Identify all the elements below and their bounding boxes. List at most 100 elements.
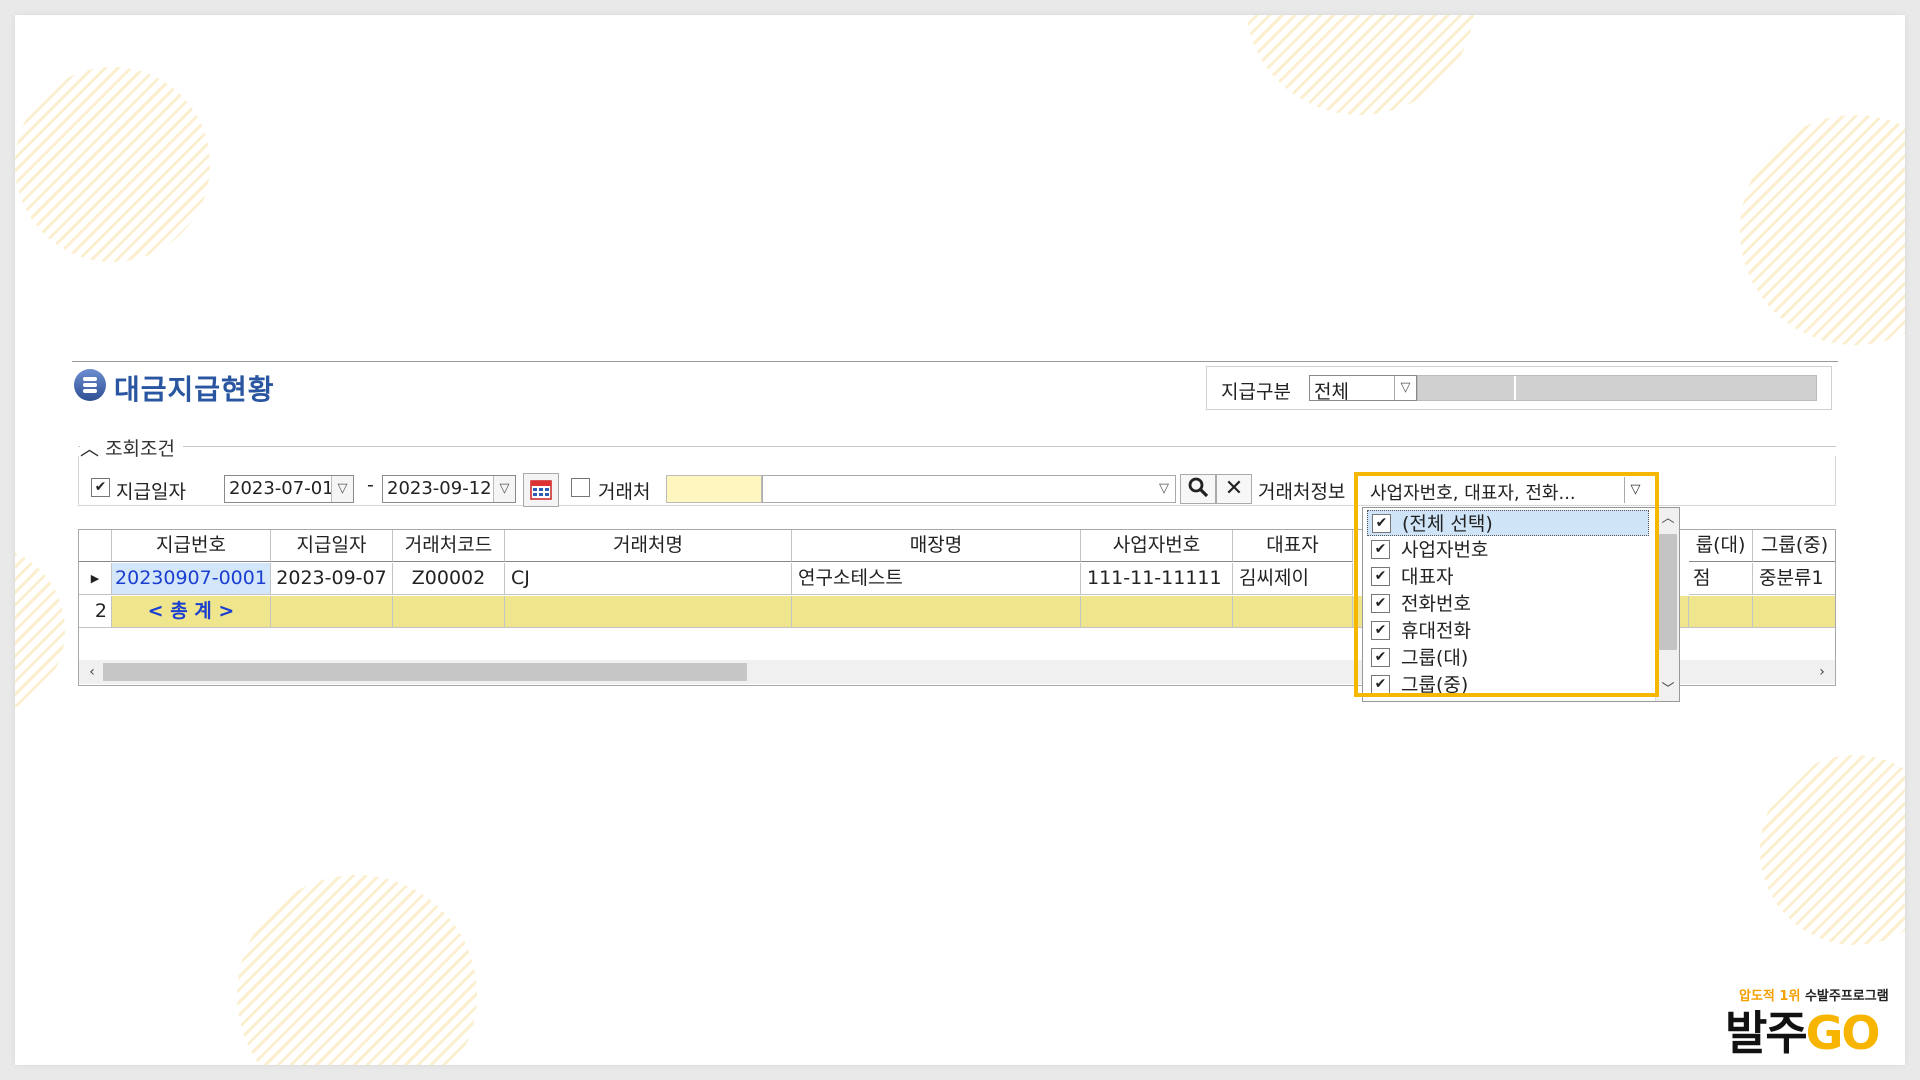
dropdown-item[interactable]: ✔ 그룹(대) [1367,645,1649,671]
kind-filter-label: 지급구분 [1221,381,1291,403]
calendar-icon [530,480,552,500]
chevron-down-icon[interactable]: ▽ [1394,376,1416,400]
date-checkbox[interactable]: ✔ [91,478,110,497]
client-info-dropdown: ✔ (전체 선택) ✔ 사업자번호 ✔ 대표자 ✔ 전화번호 ✔ 휴대전화 ✔ … [1362,507,1680,702]
row-indicator[interactable]: ▶ [79,563,112,595]
page-title: 대금지급현황 [114,373,275,406]
brand-name-ko: 발주 [1725,1006,1808,1060]
search-button[interactable] [1180,474,1216,504]
business-number-cell[interactable]: 111-11-11111 [1081,563,1233,595]
check-icon[interactable]: ✔ [1371,621,1390,640]
check-icon[interactable]: ✔ [1371,648,1390,667]
total-cell [1081,596,1233,628]
scroll-up-icon[interactable]: ︿ [1656,508,1680,530]
client-name-combo[interactable]: ▽ [762,475,1176,503]
row-indicator-header [79,530,112,562]
total-cell [505,596,792,628]
chevron-down-icon[interactable]: ▽ [1624,477,1646,503]
dropdown-item-select-all[interactable]: ✔ (전체 선택) [1367,510,1649,536]
dropdown-item-label: 휴대전화 [1401,620,1471,642]
date-to-input[interactable]: 2023-09-12 ▽ [382,475,516,503]
dropdown-item[interactable]: ✔ 휴대전화 [1367,618,1649,644]
dropdown-item-label: 그룹(중) [1401,674,1469,696]
calendar-button[interactable] [523,473,559,507]
column-header[interactable]: 그룹(중) [1753,530,1835,562]
dropdown-item[interactable]: ✔ 전화번호 [1367,591,1649,617]
dropdown-item-label: 사업자번호 [1401,539,1489,561]
close-icon: ✕ [1224,476,1244,501]
payment-date-cell[interactable]: 2023-09-07 [271,563,393,595]
decor-circle [15,67,210,262]
client-info-value: 사업자번호, 대표자, 전화... [1370,483,1576,503]
date-to-value: 2023-09-12 [387,478,492,499]
brand-logo: 압도적 1위 수발주프로그램 발주GO [1725,975,1895,1060]
group-large-cell[interactable]: 점 [1689,563,1753,595]
decor-circle [15,545,65,715]
dropdown-item-label: 전화번호 [1401,593,1471,615]
dropdown-item[interactable]: ✔ 대표자 [1367,564,1649,590]
decor-circle [237,875,477,1065]
representative-cell[interactable]: 김씨제이 [1233,563,1353,595]
client-label: 거래처 [598,481,651,503]
check-icon[interactable]: ✔ [1371,594,1390,613]
kind-filter-box: 지급구분 전체 ▽ [1206,366,1832,410]
check-icon[interactable]: ✔ [1371,567,1390,586]
client-name-cell[interactable]: CJ [505,563,792,595]
dropdown-item-label: 그룹(대) [1401,647,1469,669]
brand-name-en: GO [1805,1006,1881,1060]
total-cell [271,596,393,628]
clear-button[interactable]: ✕ [1216,474,1252,504]
column-header[interactable]: 지급일자 [271,530,393,562]
total-cell [1753,596,1835,628]
dropdown-item-label: (전체 선택) [1402,513,1493,535]
dropdown-item[interactable]: ✔ 사업자번호 [1367,537,1649,563]
dropdown-item[interactable]: ✔ 그룹(중) [1367,672,1649,698]
total-label: < 총 계 > [112,596,271,628]
check-icon[interactable]: ✔ [1372,514,1391,533]
total-cell [1233,596,1353,628]
scroll-down-icon[interactable]: ﹀ [1656,679,1680,701]
decor-circle [1760,755,1905,945]
horizontal-scroll-thumb[interactable] [103,663,747,681]
search-icon [1188,477,1209,498]
kind-filter-select[interactable]: 전체 ▽ [1309,375,1417,403]
column-header[interactable]: 거래처코드 [393,530,505,562]
app-window: 대금지급현황 지급구분 전체 ▽ ︿ 조회조건 ✔ 지급일자 2023-07-0… [72,361,1838,702]
kind-filter-empty-field [1417,375,1817,401]
scroll-left-icon[interactable]: ‹ [81,660,103,684]
total-cell [393,596,505,628]
decor-circle [1740,115,1905,345]
scroll-right-icon[interactable]: › [1811,660,1833,684]
client-info-label: 거래처정보 [1258,481,1346,503]
column-header[interactable]: 매장명 [792,530,1081,562]
client-checkbox[interactable] [571,478,590,497]
check-icon[interactable]: ✔ [1371,540,1390,559]
group-mid-cell[interactable]: 중분류1 [1753,563,1835,595]
check-icon[interactable]: ✔ [1371,675,1390,694]
chevron-down-icon[interactable]: ▽ [331,476,353,502]
client-code-input[interactable] [666,475,762,503]
date-label: 지급일자 [116,481,186,503]
kind-filter-value: 전체 [1314,381,1349,403]
total-cell [792,596,1081,628]
client-code-cell[interactable]: Z00002 [393,563,505,595]
payment-number-cell[interactable]: 20230907-0001 [112,563,271,595]
store-name-cell[interactable]: 연구소테스트 [792,563,1081,595]
column-header[interactable]: 지급번호 [112,530,271,562]
column-header[interactable]: 거래처명 [505,530,792,562]
row-indicator[interactable]: 2 [79,596,112,628]
chevron-down-icon[interactable]: ▽ [1153,476,1175,502]
dropdown-scrollbar[interactable]: ︿ ﹀ [1655,508,1679,701]
column-header[interactable]: 대표자 [1233,530,1353,562]
column-header[interactable]: 사업자번호 [1081,530,1233,562]
menu-list-icon [74,369,106,401]
client-info-select[interactable]: 사업자번호, 대표자, 전화... ▽ [1366,477,1646,503]
decor-circle [1245,15,1475,115]
chevron-down-icon[interactable]: ▽ [493,476,515,502]
column-header[interactable]: 룹(대) [1689,530,1753,562]
date-from-input[interactable]: 2023-07-01 ▽ [224,475,354,503]
total-cell [1689,596,1753,628]
section-divider [78,446,1836,447]
dropdown-scroll-thumb[interactable] [1659,534,1677,650]
dropdown-item-label: 대표자 [1401,566,1454,588]
